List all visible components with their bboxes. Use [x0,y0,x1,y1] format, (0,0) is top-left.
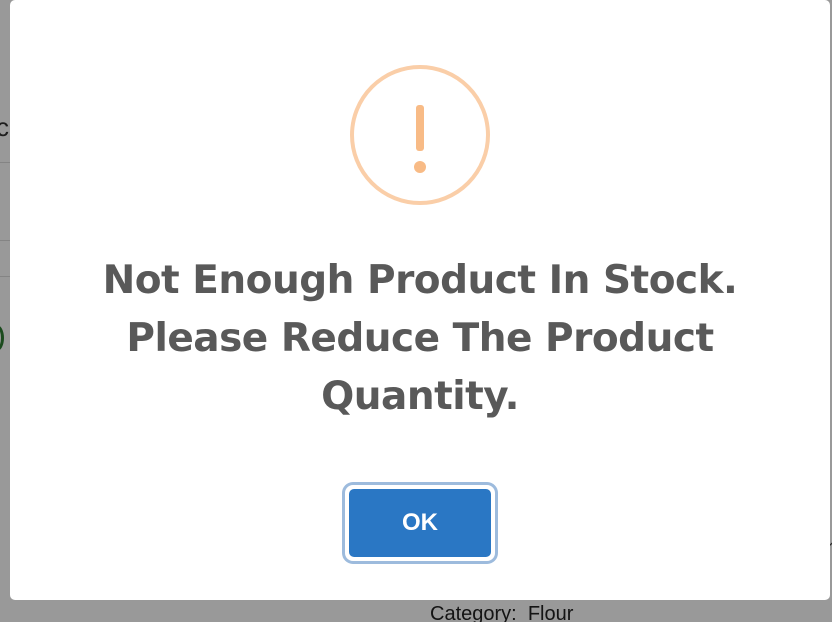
ok-button[interactable]: OK [345,485,495,561]
alert-dialog: Not Enough Product In Stock. Please Redu… [10,0,830,600]
ok-button-label[interactable]: OK [349,489,491,557]
exclamation-dot [414,161,426,173]
exclamation-bar [416,105,424,151]
warning-icon [350,65,490,205]
alert-title-line: Not Enough Product In Stock. [102,258,738,303]
alert-title-line: Quantity. [321,374,519,419]
alert-title: Not Enough Product In Stock. Please Redu… [70,252,770,426]
alert-title-line: Please Reduce The Product [126,316,714,361]
